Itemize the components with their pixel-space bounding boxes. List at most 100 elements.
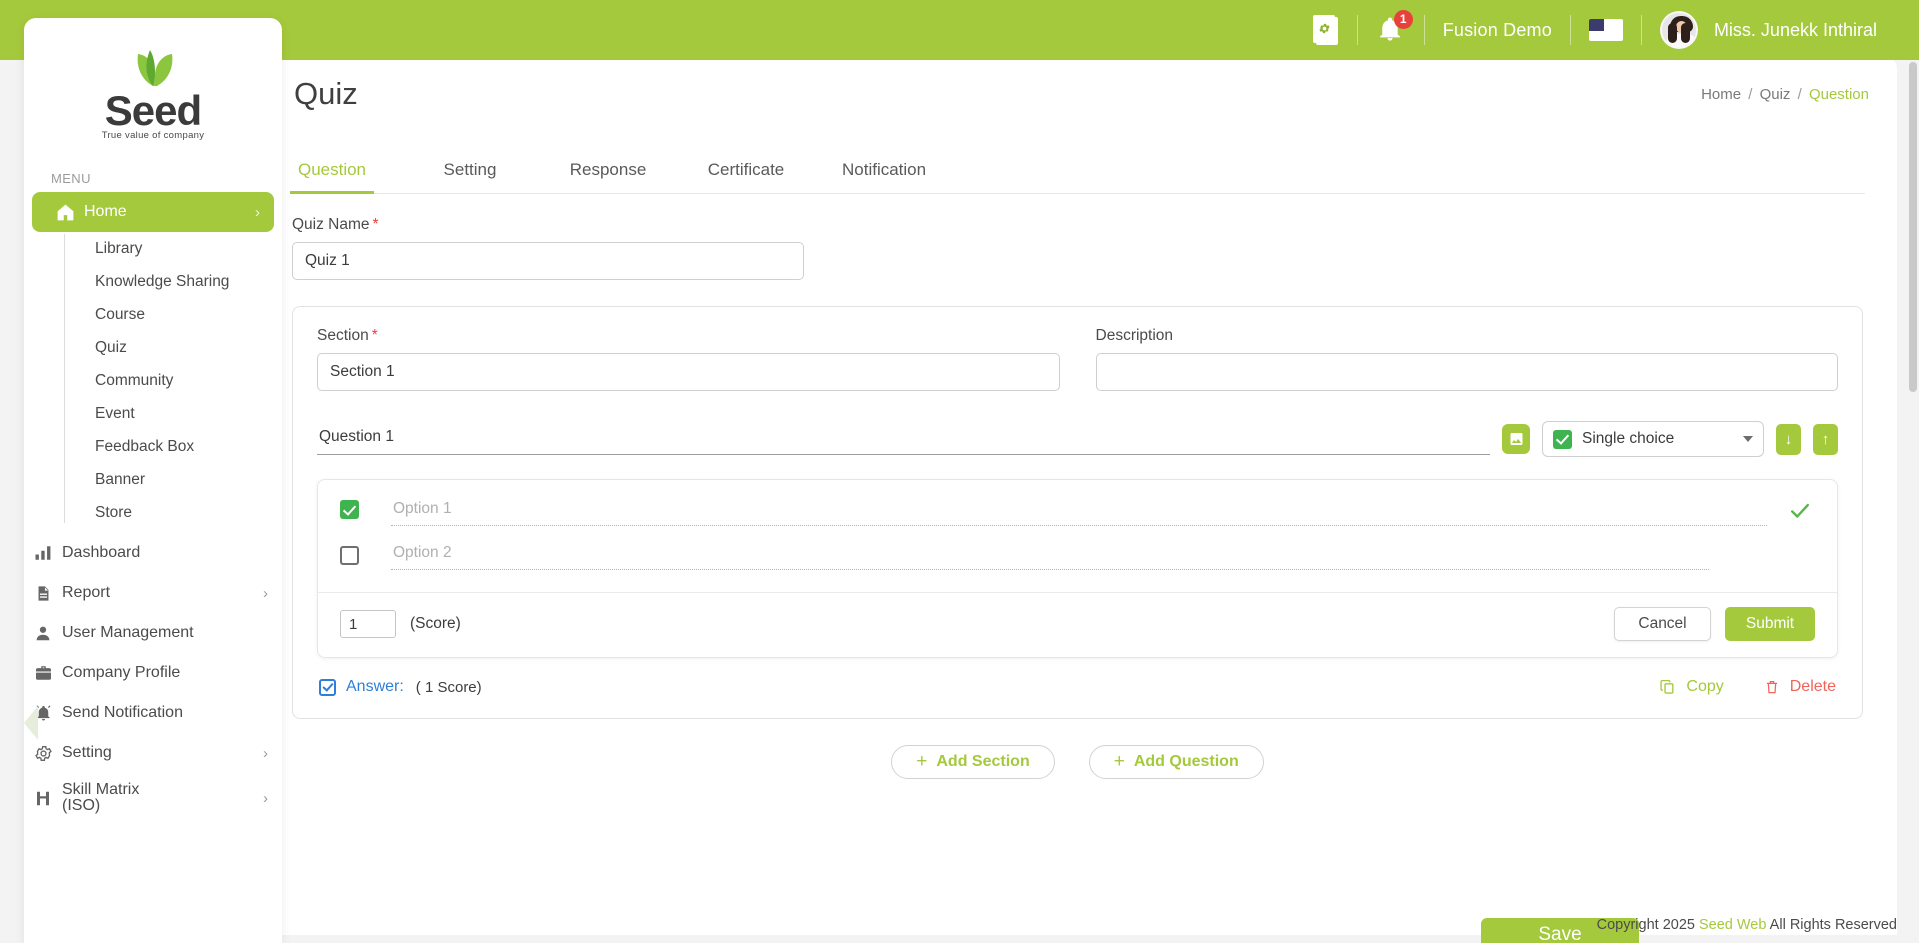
- option-checkbox-unchecked[interactable]: [340, 546, 359, 565]
- section-label: Section*: [317, 327, 1060, 345]
- sidebar-item-knowledge-sharing[interactable]: Knowledge Sharing: [64, 265, 282, 298]
- user-name: Miss. Junekk Inthiral: [1714, 20, 1877, 41]
- option-input-wrap: [391, 500, 1767, 526]
- tab-response[interactable]: Response: [566, 146, 650, 193]
- sidebar-item-event[interactable]: Event: [64, 397, 282, 430]
- bar-chart-icon: [24, 544, 62, 562]
- sidebar-item-banner[interactable]: Banner: [64, 463, 282, 496]
- submit-button[interactable]: Submit: [1725, 607, 1815, 641]
- tab-setting[interactable]: Setting: [428, 146, 512, 193]
- copyright-post: All Rights Reserved: [1770, 917, 1897, 933]
- section-field-group: Section*: [317, 327, 1060, 391]
- quiz-name-input[interactable]: [292, 242, 804, 280]
- sidebar-item-setting[interactable]: Setting ›: [24, 733, 282, 773]
- score-input[interactable]: [340, 610, 396, 638]
- chevron-right-icon: ›: [263, 790, 268, 807]
- answer-score: ( 1 Score): [416, 679, 482, 696]
- question-row: Single choice ↓ ↑: [317, 421, 1838, 457]
- footer-brand: Seed Web: [1699, 917, 1766, 933]
- sidebar-item-label: Setting: [62, 744, 263, 762]
- sidebar-item-label: Library: [95, 240, 142, 258]
- required-marker: *: [373, 216, 379, 233]
- tab-notification[interactable]: Notification: [842, 146, 926, 193]
- sidebar-item-label-line2: (ISO): [62, 797, 100, 814]
- add-question-button[interactable]: + Add Question: [1089, 745, 1264, 779]
- description-label: Description: [1096, 327, 1839, 345]
- chevron-right-icon: ›: [255, 204, 260, 221]
- document-icon: [24, 584, 62, 603]
- home-icon: [46, 202, 84, 223]
- sidebar-item-user-management[interactable]: User Management: [24, 613, 282, 653]
- sidebar-item-skill-matrix[interactable]: Skill Matrix (ISO) ›: [24, 773, 282, 823]
- sidebar-submenu: Library Knowledge Sharing Course Quiz Co…: [64, 232, 282, 529]
- chevron-right-icon: ›: [263, 745, 268, 762]
- add-section-button[interactable]: + Add Section: [891, 745, 1054, 779]
- notifications-button[interactable]: 1: [1358, 0, 1424, 60]
- company-switcher[interactable]: Fusion Demo: [1425, 0, 1570, 60]
- sidebar-item-community[interactable]: Community: [64, 364, 282, 397]
- delete-question-button[interactable]: Delete: [1764, 678, 1836, 696]
- sidebar-item-feedback-box[interactable]: Feedback Box: [64, 430, 282, 463]
- question-text-input[interactable]: [317, 423, 1490, 455]
- sidebar-item-report[interactable]: Report ›: [24, 573, 282, 613]
- sidebar-item-dashboard[interactable]: Dashboard: [24, 533, 282, 573]
- sidebar-item-library[interactable]: Library: [64, 232, 282, 265]
- quiz-name-label: Quiz Name*: [292, 216, 804, 234]
- sidebar-item-label-line1: Skill Matrix: [62, 781, 139, 798]
- breadcrumb: Home / Quiz / Question: [1701, 86, 1869, 103]
- add-section-label: Add Section: [936, 753, 1029, 771]
- single-choice-icon: [1553, 430, 1572, 449]
- book-gear-icon: [1313, 15, 1339, 45]
- sidebar-item-send-notification[interactable]: Send Notification: [24, 693, 282, 733]
- cancel-button[interactable]: Cancel: [1614, 607, 1711, 641]
- option-input[interactable]: [391, 544, 1709, 570]
- chevron-right-icon: ›: [263, 585, 268, 602]
- sidebar-item-company-profile[interactable]: Company Profile: [24, 653, 282, 693]
- image-upload-button[interactable]: [1502, 424, 1530, 454]
- manual-button[interactable]: [1295, 0, 1357, 60]
- option-checkbox-checked[interactable]: [340, 500, 359, 519]
- score-row: (Score) Cancel Submit: [318, 592, 1837, 657]
- section-description-row: Section* Description: [317, 327, 1838, 391]
- sidebar-item-course[interactable]: Course: [64, 298, 282, 331]
- answer-label: Answer:: [346, 678, 404, 696]
- breadcrumb-current: Question: [1809, 86, 1869, 103]
- tab-certificate[interactable]: Certificate: [704, 146, 788, 193]
- sidebar-item-quiz[interactable]: Quiz: [64, 331, 282, 364]
- move-question-up-button[interactable]: ↑: [1813, 424, 1838, 455]
- correct-answer-check-icon: [1787, 500, 1813, 524]
- description-input[interactable]: [1096, 353, 1839, 391]
- add-question-label: Add Question: [1134, 753, 1239, 771]
- copy-label: Copy: [1686, 678, 1723, 696]
- question-type-select[interactable]: Single choice: [1542, 421, 1764, 457]
- section-label-text: Section: [317, 327, 369, 344]
- score-label: (Score): [410, 615, 461, 633]
- breadcrumb-quiz[interactable]: Quiz: [1760, 86, 1791, 103]
- required-marker: *: [372, 327, 378, 344]
- description-field-group: Description: [1096, 327, 1839, 391]
- option-input[interactable]: [391, 500, 1767, 526]
- sidebar-item-label: User Management: [62, 624, 282, 642]
- option-row: [318, 526, 1837, 570]
- user-menu[interactable]: Miss. Junekk Inthiral: [1642, 0, 1895, 60]
- answer-checkbox[interactable]: [319, 679, 336, 696]
- move-question-down-button[interactable]: ↓: [1776, 424, 1801, 455]
- option-row: [318, 480, 1837, 526]
- sidebar-item-home[interactable]: Home ›: [32, 192, 274, 232]
- sidebar-item-label: Send Notification: [62, 704, 282, 722]
- page-title: Quiz: [294, 76, 358, 112]
- add-buttons-row: + Add Section + Add Question: [258, 745, 1897, 779]
- page-scrollbar[interactable]: [1909, 62, 1917, 392]
- copy-question-button[interactable]: Copy: [1659, 678, 1723, 696]
- sidebar-item-label: Home: [84, 203, 255, 221]
- sidebar-item-store[interactable]: Store: [64, 496, 282, 529]
- breadcrumb-separator: /: [1748, 86, 1752, 103]
- breadcrumb-home[interactable]: Home: [1701, 86, 1741, 103]
- section-card: Section* Description Single choice: [292, 306, 1863, 719]
- section-input[interactable]: [317, 353, 1060, 391]
- sidebar-item-label: Community: [95, 372, 173, 390]
- notification-badge: 1: [1394, 10, 1413, 29]
- sidebar-item-label: Course: [95, 306, 145, 324]
- language-selector[interactable]: [1571, 0, 1641, 60]
- tab-question[interactable]: Question: [290, 146, 374, 193]
